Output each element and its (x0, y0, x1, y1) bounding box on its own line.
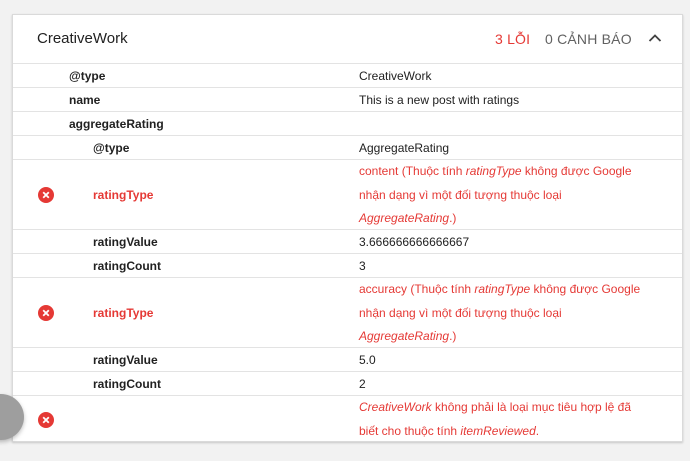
table-row: @type CreativeWork (13, 64, 682, 88)
property-label: ratingCount (93, 258, 161, 273)
table-row: name This is a new post with ratings (13, 88, 682, 112)
property-label: ratingCount (93, 376, 161, 391)
table-row-error[interactable]: ratingType accuracy (Thuộc tính ratingTy… (13, 278, 682, 348)
table-row: ratingCount 2 (13, 372, 682, 396)
property-value: 5.0 (359, 352, 376, 367)
property-value: AggregateRating (359, 140, 450, 155)
property-value: This is a new post with ratings (359, 92, 520, 107)
property-label: ratingValue (93, 234, 158, 249)
error-message: accuracy (Thuộc tính ratingType không đư… (359, 282, 641, 343)
warnings-count: 0 CẢNH BÁO (545, 31, 632, 47)
table-row: ratingValue 3.666666666666667 (13, 230, 682, 254)
property-label: ratingType (93, 305, 154, 320)
table-row-error[interactable]: CreativeWork không phải là loại mục tiêu… (13, 396, 682, 441)
properties-table: @type CreativeWork name This is a new po… (13, 64, 682, 441)
table-row: @type AggregateRating (13, 136, 682, 160)
error-message: CreativeWork không phải là loại mục tiêu… (359, 400, 632, 438)
property-value: 3.666666666666667 (359, 234, 470, 249)
property-label: ratingValue (93, 352, 158, 367)
table-row-error[interactable]: ratingType content (Thuộc tính ratingTyp… (13, 160, 682, 230)
chevron-up-icon[interactable] (645, 28, 665, 48)
result-card: CreativeWork 3 LỖI 0 CẢNH BÁO @type Crea… (12, 14, 683, 442)
property-label: ratingType (93, 187, 154, 202)
error-message: content (Thuộc tính ratingType không đượ… (359, 164, 632, 225)
property-value: CreativeWork (359, 68, 432, 83)
table-row: aggregateRating (13, 112, 682, 136)
table-row: ratingValue 5.0 (13, 348, 682, 372)
error-circle-icon (38, 304, 54, 321)
error-circle-icon (38, 412, 54, 428)
card-header[interactable]: CreativeWork 3 LỖI 0 CẢNH BÁO (13, 15, 682, 64)
property-label: @type (69, 68, 106, 83)
table-row: ratingCount 3 (13, 254, 682, 278)
property-value: 3 (359, 258, 366, 273)
errors-count: 3 LỖI (495, 31, 531, 47)
property-label: aggregateRating (69, 116, 164, 131)
property-label: @type (93, 140, 130, 155)
property-label: name (69, 92, 101, 107)
card-title: CreativeWork (37, 30, 128, 47)
property-value: 2 (359, 376, 366, 391)
error-circle-icon (38, 186, 54, 203)
